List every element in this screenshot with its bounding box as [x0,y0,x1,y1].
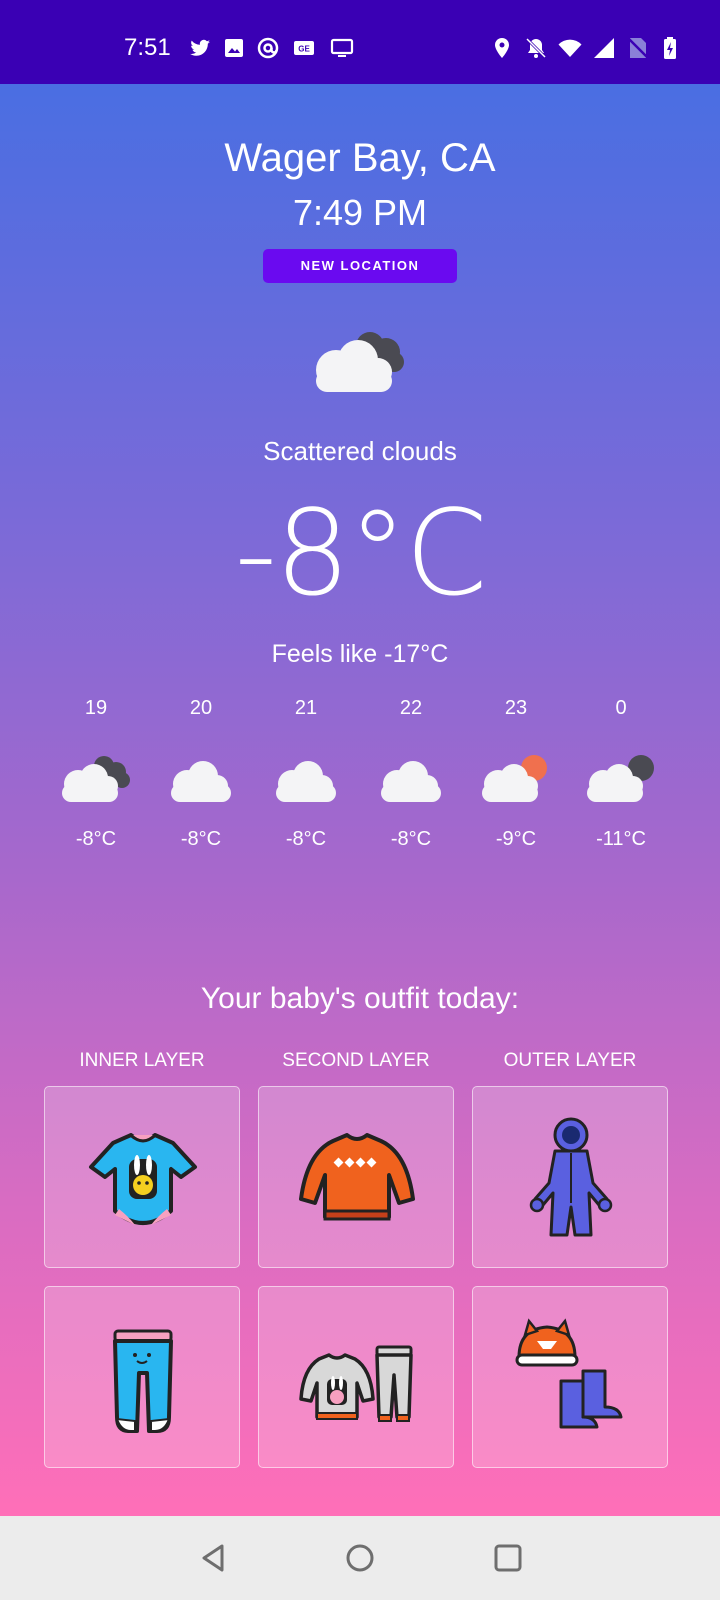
outer-layer-heading: OUTER LAYER [503,1050,637,1071]
outfit-card-second-bottom[interactable] [258,1286,454,1468]
cloudy-night-icon [587,755,654,802]
forecast-temp: -8°C [285,828,327,850]
bell-off-icon [524,36,548,60]
weather-condition: Scattered clouds [263,436,457,466]
cloudy-night-icon [316,332,404,392]
forecast-hour: 21 [294,697,318,719]
news-icon: GE [292,36,316,60]
weather-screen: Wager Bay, CA 7:49 PM NEW LOCATION Scatt… [0,84,720,1516]
outfit-title: Your baby's outfit today: [200,982,520,1015]
battery-charging-icon [658,36,682,60]
forecast-item: 21 -8°C [256,694,356,851]
second-layer-heading: SECOND LAYER [282,1050,430,1071]
twitter-icon [188,36,212,60]
cloud-icon [171,761,231,802]
cloudy-sun-icon [482,755,547,802]
navigation-bar [0,1516,720,1600]
forecast-hour: 23 [504,697,528,719]
location-icon [490,36,514,60]
inner-layer-heading: INNER LAYER [79,1050,205,1071]
forecast-temp: -9°C [495,828,537,850]
forecast-temp: -8°C [180,828,222,850]
current-temperature: -8°C [234,484,487,622]
forecast-temp: -8°C [390,828,432,850]
cloud-icon [276,761,336,802]
back-icon[interactable] [196,1540,232,1576]
forecast-item: 23 -9°C [466,694,566,851]
new-location-button[interactable]: NEW LOCATION [263,249,457,283]
forecast-temp: -8°C [75,828,117,850]
wifi-icon [558,36,582,60]
outfit-card-outer-top[interactable] [472,1086,668,1268]
forecast-item: 19 -8°C [46,694,146,851]
forecast-hour: 22 [399,697,423,719]
outfit-card-inner-bottom[interactable] [44,1286,240,1468]
sweater-icon [299,1133,415,1221]
sweater-and-pants-icon [299,1345,413,1422]
snowsuit-icon [529,1117,613,1237]
forecast-temp: -11°C [596,828,646,850]
cloud-icon [381,761,441,802]
svg-text:GE: GE [298,45,310,54]
image-icon [222,36,246,60]
feels-like: Feels like -17°C [271,640,449,668]
signal-icon [592,36,616,60]
forecast-item: 20 -8°C [151,694,251,851]
at-sign-icon [256,36,280,60]
cloudy-night-icon [62,756,130,802]
forecast-hour: 0 [615,697,627,719]
outfit-card-outer-bottom[interactable] [472,1286,668,1468]
forecast-hour: 20 [189,697,213,719]
forecast-item: 22 -8°C [361,694,461,851]
footed-pants-icon [113,1329,173,1433]
hat-and-boots-icon [515,1318,623,1429]
outfit-card-second-top[interactable] [258,1086,454,1268]
forecast-hour: 19 [84,697,108,719]
location-name: Wager Bay, CA [224,136,496,180]
no-sim-icon [626,36,650,60]
status-bar: 7:51 GE [0,0,720,84]
forecast-item: 0 -11°C [571,694,671,851]
recents-icon[interactable] [490,1540,526,1576]
local-time: 7:49 PM [292,192,428,233]
cast-icon [330,36,354,60]
bodysuit-icon [89,1133,197,1225]
outfit-card-inner-top[interactable] [44,1086,240,1268]
status-time: 7:51 [124,34,171,61]
home-icon[interactable] [342,1540,378,1576]
